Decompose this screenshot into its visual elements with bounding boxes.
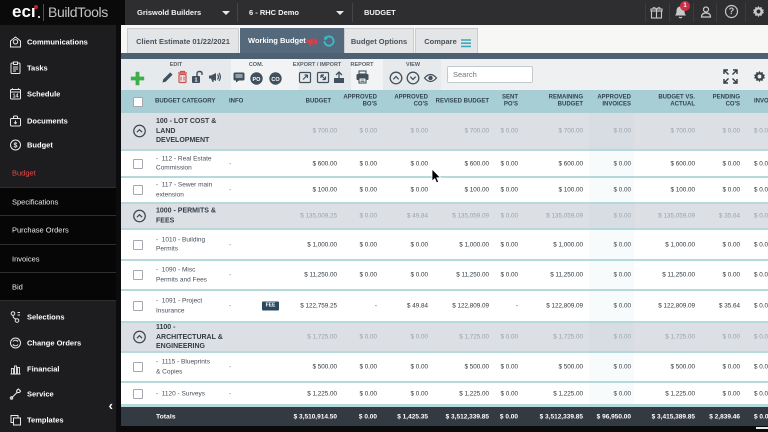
svg-text:$: $ bbox=[14, 143, 18, 150]
svg-text:1: 1 bbox=[194, 78, 197, 84]
svg-text:PO: PO bbox=[253, 77, 262, 83]
svg-text:14: 14 bbox=[12, 94, 19, 100]
svg-text:CO: CO bbox=[271, 77, 280, 83]
